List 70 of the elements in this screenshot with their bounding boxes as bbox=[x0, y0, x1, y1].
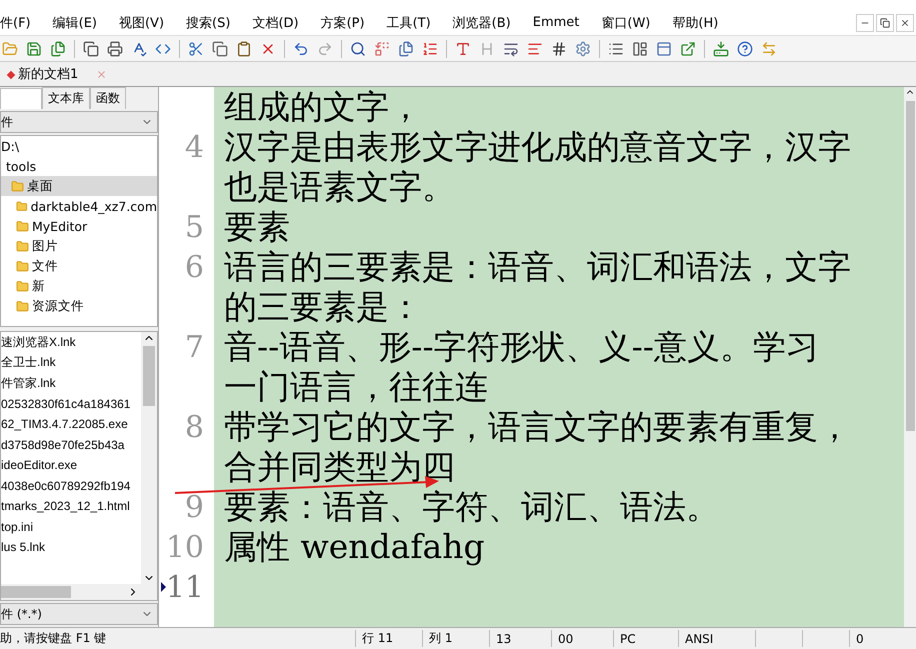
menu-item[interactable]: Emmet bbox=[532, 15, 590, 30]
current-line-marker bbox=[161, 582, 166, 592]
tree-item[interactable]: D:\ bbox=[1, 136, 157, 156]
file-item[interactable]: ideoEditor.exe bbox=[1, 455, 141, 476]
folder-icon bbox=[11, 180, 24, 192]
menu-item[interactable]: 方案(P) bbox=[320, 14, 375, 32]
menu-item[interactable]: 编辑(E) bbox=[52, 14, 107, 32]
folder-icon bbox=[16, 200, 28, 212]
print-preview-icon[interactable] bbox=[81, 38, 101, 58]
tree-item[interactable]: MyEditor bbox=[1, 216, 157, 236]
status-cell: ANSI bbox=[678, 630, 755, 647]
horizontal-scrollbar[interactable] bbox=[1, 584, 157, 600]
folder-icon bbox=[16, 260, 29, 272]
file-item[interactable]: 件管家.lnk bbox=[1, 373, 141, 394]
tree-item[interactable]: 资源文件 bbox=[1, 296, 157, 316]
menu-item[interactable]: 搜索(S) bbox=[186, 14, 240, 32]
tree-item[interactable]: 图片 bbox=[1, 236, 157, 256]
menu-item[interactable]: 件(F) bbox=[0, 14, 41, 32]
menu-item[interactable]: 工具(T) bbox=[386, 14, 441, 32]
tree-item[interactable]: tools bbox=[1, 156, 157, 176]
line-number: 4 bbox=[184, 130, 204, 164]
line-number: 9 bbox=[184, 490, 204, 524]
file-item[interactable]: 62_TIM3.4.7.22085.exe bbox=[1, 414, 141, 434]
status-cell: 列 1 bbox=[422, 630, 489, 647]
menu-item[interactable]: 视图(V) bbox=[118, 14, 174, 32]
tree-item[interactable]: darktable4_xz7.com bbox=[1, 196, 157, 216]
file-item[interactable]: d3758d98e70fe25b43a bbox=[1, 434, 141, 455]
file-item[interactable]: 4038e0c60789292fb194 bbox=[1, 476, 141, 496]
tree-item[interactable]: 文件 bbox=[1, 256, 157, 276]
status-cell: 00 bbox=[551, 630, 613, 647]
folder-dropdown[interactable]: 件 bbox=[0, 111, 158, 133]
status-cell: PC bbox=[613, 630, 678, 647]
status-cell: 0 bbox=[849, 630, 896, 647]
sidebar-tab[interactable]: 函数 bbox=[90, 87, 126, 109]
menu-item[interactable]: 窗口(W) bbox=[601, 14, 660, 32]
filter-dropdown[interactable]: 件 (*.*) bbox=[0, 603, 158, 625]
copy-icon[interactable] bbox=[210, 38, 230, 58]
folder-icon bbox=[16, 240, 29, 252]
help-icon[interactable] bbox=[735, 38, 755, 58]
status-cell: 行 11 bbox=[355, 630, 422, 647]
menu-item[interactable]: 帮助(H) bbox=[672, 14, 728, 32]
scrollbar[interactable] bbox=[141, 332, 157, 584]
file-item[interactable]: top.ini bbox=[1, 516, 141, 537]
line-number: 10 bbox=[166, 530, 204, 564]
scrollbar[interactable] bbox=[904, 87, 916, 627]
line-number: 5 bbox=[184, 210, 204, 244]
tree-item[interactable]: 新 bbox=[1, 276, 157, 296]
line-number: 11 bbox=[166, 570, 204, 604]
sidebar-tab[interactable]: 文本库 bbox=[42, 87, 90, 109]
print-icon[interactable] bbox=[105, 38, 125, 58]
restore-icon[interactable] bbox=[876, 14, 894, 32]
status-help-text: 助，请按键盘 F1 键 bbox=[0, 630, 108, 647]
disk-icon[interactable] bbox=[711, 38, 731, 58]
menu-item[interactable]: 文档(D) bbox=[252, 14, 309, 32]
line-number: 8 bbox=[184, 410, 204, 444]
line-number: 7 bbox=[184, 330, 204, 364]
file-item[interactable]: lus 5.lnk bbox=[1, 537, 141, 558]
file-item[interactable]: 速浏览器X.lnk bbox=[1, 332, 141, 352]
scrollbar-thumb[interactable] bbox=[143, 346, 155, 406]
status-cell: 13 bbox=[489, 630, 551, 647]
folder-icon bbox=[16, 220, 29, 232]
scrollbar-thumb[interactable] bbox=[906, 101, 914, 431]
tree-item[interactable]: 桌面 bbox=[1, 176, 157, 196]
file-item[interactable]: 全卫士.lnk bbox=[1, 352, 141, 373]
folder-icon bbox=[16, 300, 29, 312]
file-item[interactable]: 02532830f61c4a184361 bbox=[1, 394, 141, 414]
file-item[interactable]: tmarks_2023_12_1.html bbox=[1, 496, 141, 516]
menu-item[interactable]: 浏览器(B) bbox=[452, 14, 521, 32]
folder-icon bbox=[16, 280, 29, 292]
line-number: 6 bbox=[184, 250, 204, 284]
